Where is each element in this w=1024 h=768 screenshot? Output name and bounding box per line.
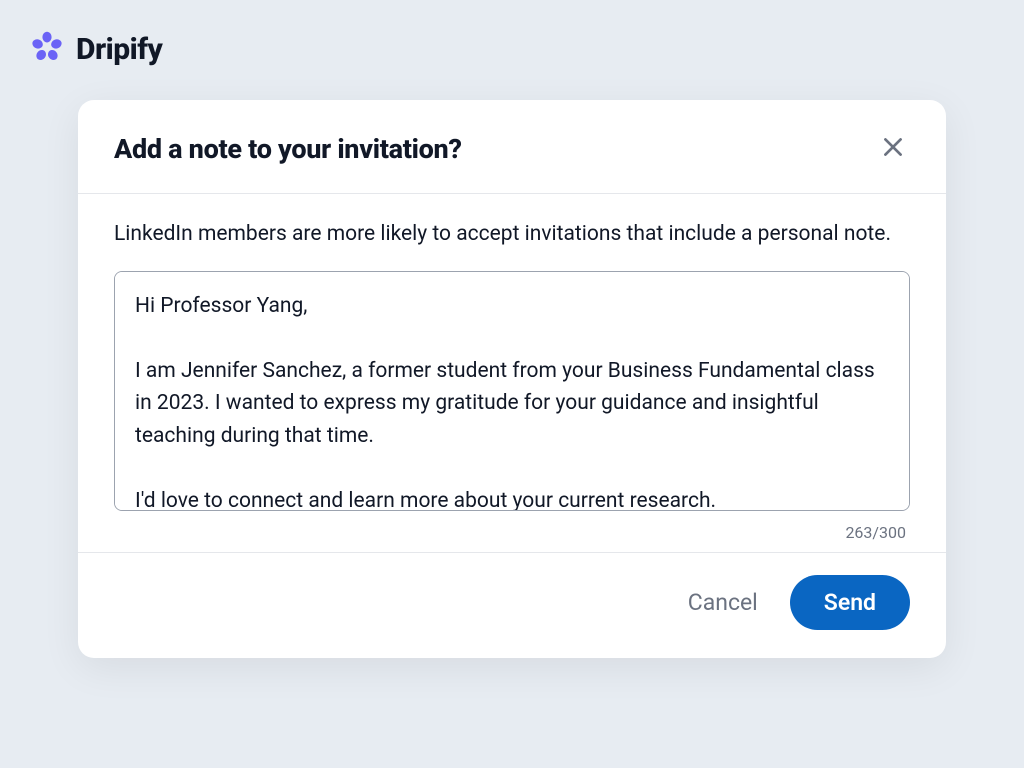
close-button[interactable]: [876, 130, 910, 167]
modal-header: Add a note to your invitation?: [78, 100, 946, 194]
close-icon: [880, 134, 906, 163]
modal-body: LinkedIn members are more likely to acce…: [78, 194, 946, 552]
brand-logo: Dripify: [28, 28, 162, 70]
dripify-logo-icon: [28, 28, 66, 70]
brand-name: Dripify: [76, 32, 162, 67]
send-button[interactable]: Send: [790, 575, 910, 630]
helper-text: LinkedIn members are more likely to acce…: [114, 218, 910, 251]
character-counter: 263/300: [114, 523, 910, 542]
modal-title: Add a note to your invitation?: [114, 133, 462, 165]
note-textarea[interactable]: [114, 271, 910, 511]
cancel-button[interactable]: Cancel: [682, 579, 764, 626]
invitation-note-modal: Add a note to your invitation? LinkedIn …: [78, 100, 946, 658]
modal-footer: Cancel Send: [78, 552, 946, 658]
